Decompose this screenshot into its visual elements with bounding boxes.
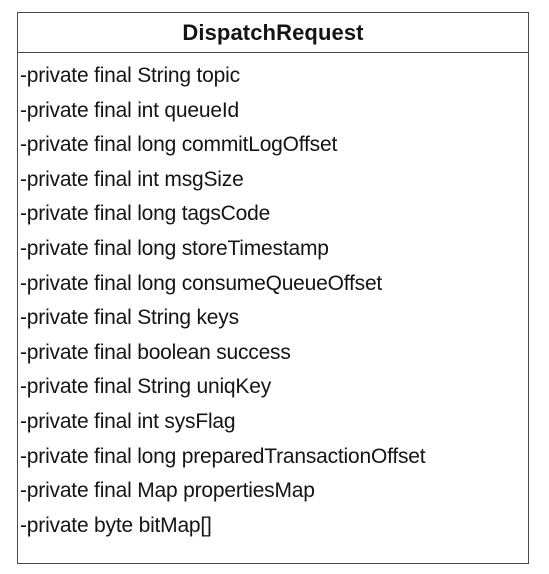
- attribute-list: -private final String topic -private fin…: [18, 53, 528, 543]
- attribute-row: -private final int queueId: [20, 98, 239, 122]
- attribute-row: -private final long tagsCode: [20, 202, 271, 226]
- attribute-row: -private final Map propertiesMap: [20, 479, 315, 503]
- attribute-row: -private final long commitLogOffset: [20, 133, 338, 157]
- attribute-row: -private final String topic: [20, 64, 240, 87]
- attribute-row: -private final int sysFlag: [20, 409, 236, 433]
- attribute-row: -private final String uniqKey: [20, 375, 271, 399]
- attribute-row: -private final long consumeQueueOffset: [20, 271, 383, 295]
- attribute-row: -private final String keys: [20, 306, 239, 330]
- uml-class-box: DispatchRequest -private final String to…: [17, 12, 529, 564]
- attribute-row: -private final int msgSize: [20, 167, 244, 191]
- class-header: DispatchRequest: [18, 13, 528, 53]
- attribute-row: -private final long preparedTransactionO…: [20, 444, 426, 468]
- attribute-row: -private byte bitMap[]: [20, 513, 212, 537]
- class-name: DispatchRequest: [182, 19, 364, 45]
- attribute-row: -private final boolean success: [20, 340, 291, 364]
- attribute-row: -private final long storeTimestamp: [20, 236, 329, 260]
